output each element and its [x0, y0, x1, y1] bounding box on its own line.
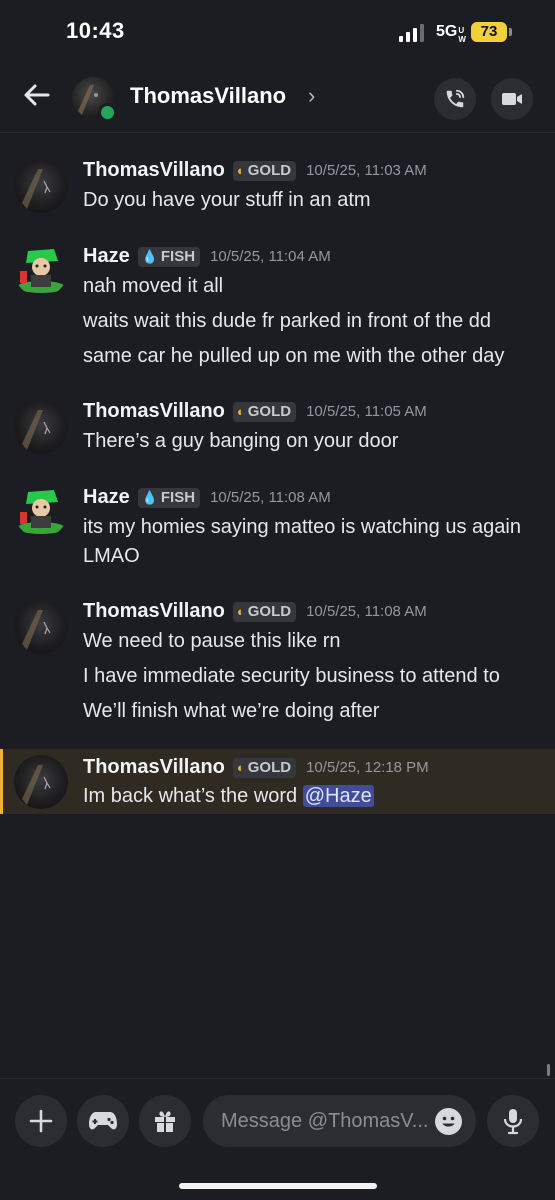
- network-label: 5GUW: [436, 23, 468, 44]
- message-text: We need to pause this like rn: [83, 630, 341, 652]
- message-author[interactable]: ThomasVillano: [83, 756, 225, 779]
- emoji-icon: [442, 1116, 455, 1127]
- message-list: ThomasVillano ◐ GOLD 10/5/25, 11:03 AM Do…: [0, 133, 555, 1078]
- fish-tag-icon: 💧: [141, 248, 158, 264]
- avatar[interactable]: [14, 159, 68, 213]
- message-meta: ThomasVillano ◐ GOLD 10/5/25, 11:08 AM: [83, 600, 427, 623]
- signal-icon: [399, 24, 424, 42]
- tag-label: GOLD: [247, 162, 292, 179]
- fish-tag: 💧 FISH: [137, 246, 201, 267]
- battery-tip: [509, 28, 512, 36]
- gold-tag: ◐ GOLD: [232, 757, 297, 778]
- chevron-right-icon[interactable]: ›: [308, 83, 315, 109]
- message-text-body: Im back what’s the word: [83, 785, 303, 807]
- message-input[interactable]: Message @ThomasV...: [203, 1095, 476, 1147]
- message-group-mentioned: ThomasVillano ◐ GOLD 10/5/25, 12:18 PM Im…: [0, 749, 555, 814]
- message-author[interactable]: Haze: [83, 486, 130, 509]
- tag-label: GOLD: [247, 403, 292, 420]
- microphone-icon: [503, 1109, 523, 1135]
- gold-tag: ◐ GOLD: [232, 160, 297, 181]
- gamepad-icon: [89, 1112, 117, 1130]
- message-text: I have immediate security business to at…: [83, 665, 500, 687]
- video-call-button[interactable]: [491, 78, 533, 120]
- avatar[interactable]: [14, 600, 68, 654]
- message-meta: ThomasVillano ◐ GOLD 10/5/25, 11:03 AM: [83, 159, 427, 182]
- message-timestamp: 10/5/25, 11:03 AM: [306, 162, 427, 179]
- message-meta: Haze 💧 FISH 10/5/25, 11:04 AM: [83, 245, 331, 268]
- message-timestamp: 10/5/25, 11:08 AM: [306, 603, 427, 620]
- message-composer: Message @ThomasV...: [0, 1078, 555, 1159]
- user-mention[interactable]: @Haze: [302, 785, 374, 807]
- add-attachment-button[interactable]: [15, 1095, 67, 1147]
- message-meta: Haze 💧 FISH 10/5/25, 11:08 AM: [83, 486, 331, 509]
- message-meta: ThomasVillano ◐ GOLD 10/5/25, 11:05 AM: [83, 400, 427, 423]
- message-timestamp: 10/5/25, 12:18 PM: [306, 759, 429, 776]
- back-button[interactable]: [20, 78, 54, 112]
- message-text: nah moved it all: [83, 275, 224, 297]
- header-username[interactable]: ThomasVillano: [130, 83, 286, 109]
- fish-tag-icon: 💧: [141, 489, 158, 505]
- tag-label: GOLD: [247, 759, 292, 776]
- tag-label: FISH: [160, 489, 196, 506]
- message-author[interactable]: ThomasVillano: [83, 400, 225, 423]
- message-group: ThomasVillano ◐ GOLD 10/5/25, 11:08 AM We…: [0, 588, 555, 733]
- message-group: Haze 💧 FISH 10/5/25, 11:08 AM its my homi…: [0, 474, 555, 584]
- chat-header: ThomasVillano ›: [0, 64, 555, 133]
- message-text: We’ll finish what we’re doing after: [83, 700, 380, 722]
- activities-button[interactable]: [77, 1095, 129, 1147]
- message-text: waits wait this dude fr parked in front …: [83, 310, 491, 332]
- tag-label: FISH: [160, 248, 196, 265]
- message-author[interactable]: ThomasVillano: [83, 159, 225, 182]
- avatar[interactable]: [14, 400, 68, 454]
- gold-tag: ◐ GOLD: [232, 601, 297, 622]
- gold-tag: ◐ GOLD: [232, 401, 297, 422]
- avatar[interactable]: [14, 243, 68, 297]
- message-author[interactable]: Haze: [83, 245, 130, 268]
- message-text: Im back what’s the word @Haze: [83, 785, 374, 808]
- message-group: ThomasVillano ◐ GOLD 10/5/25, 11:03 AM Do…: [0, 147, 555, 217]
- back-arrow-icon: [24, 84, 50, 106]
- status-time: 10:43: [66, 18, 125, 43]
- online-status-dot: [98, 103, 117, 122]
- message-text: its my homies saying matteo is watching …: [83, 516, 521, 538]
- network-type: 5G: [436, 23, 458, 40]
- message-group: Haze 💧 FISH 10/5/25, 11:04 AM nah moved i…: [0, 233, 555, 378]
- message-text: There’s a guy banging on your door: [83, 430, 399, 452]
- message-author[interactable]: ThomasVillano: [83, 600, 225, 623]
- gold-tag-icon: ◐: [236, 760, 245, 775]
- gold-tag-icon: ◐: [236, 404, 245, 419]
- message-text: Do you have your stuff in an atm: [83, 189, 371, 211]
- message-input-placeholder: Message @ThomasV...: [221, 1109, 429, 1132]
- tag-label: GOLD: [247, 603, 292, 620]
- status-bar: 10:43 5GUW 73: [0, 0, 555, 64]
- battery-icon: 73: [471, 22, 507, 42]
- avatar[interactable]: [14, 755, 68, 809]
- phone-call-icon: [446, 89, 465, 108]
- scrollbar[interactable]: [547, 1064, 550, 1076]
- home-indicator[interactable]: [179, 1183, 377, 1189]
- network-suffix: UW: [458, 26, 466, 44]
- gift-button[interactable]: [139, 1095, 191, 1147]
- plus-icon: [29, 1109, 53, 1133]
- message-group: ThomasVillano ◐ GOLD 10/5/25, 11:05 AM Th…: [0, 388, 555, 463]
- message-timestamp: 10/5/25, 11:05 AM: [306, 403, 427, 420]
- message-timestamp: 10/5/25, 11:04 AM: [210, 248, 331, 265]
- emoji-button[interactable]: [435, 1108, 462, 1135]
- avatar[interactable]: [14, 484, 68, 538]
- voice-call-button[interactable]: [434, 78, 476, 120]
- message-text: LMAO: [83, 545, 140, 567]
- fish-tag: 💧 FISH: [137, 487, 201, 508]
- message-timestamp: 10/5/25, 11:08 AM: [210, 489, 331, 506]
- gold-tag-icon: ◐: [236, 163, 245, 178]
- voice-message-button[interactable]: [487, 1095, 539, 1147]
- video-camera-icon: [502, 93, 522, 105]
- message-text: same car he pulled up on me with the oth…: [83, 345, 505, 367]
- gift-icon: [155, 1111, 175, 1132]
- gold-tag-icon: ◐: [236, 604, 245, 619]
- message-meta: ThomasVillano ◐ GOLD 10/5/25, 12:18 PM: [83, 756, 429, 779]
